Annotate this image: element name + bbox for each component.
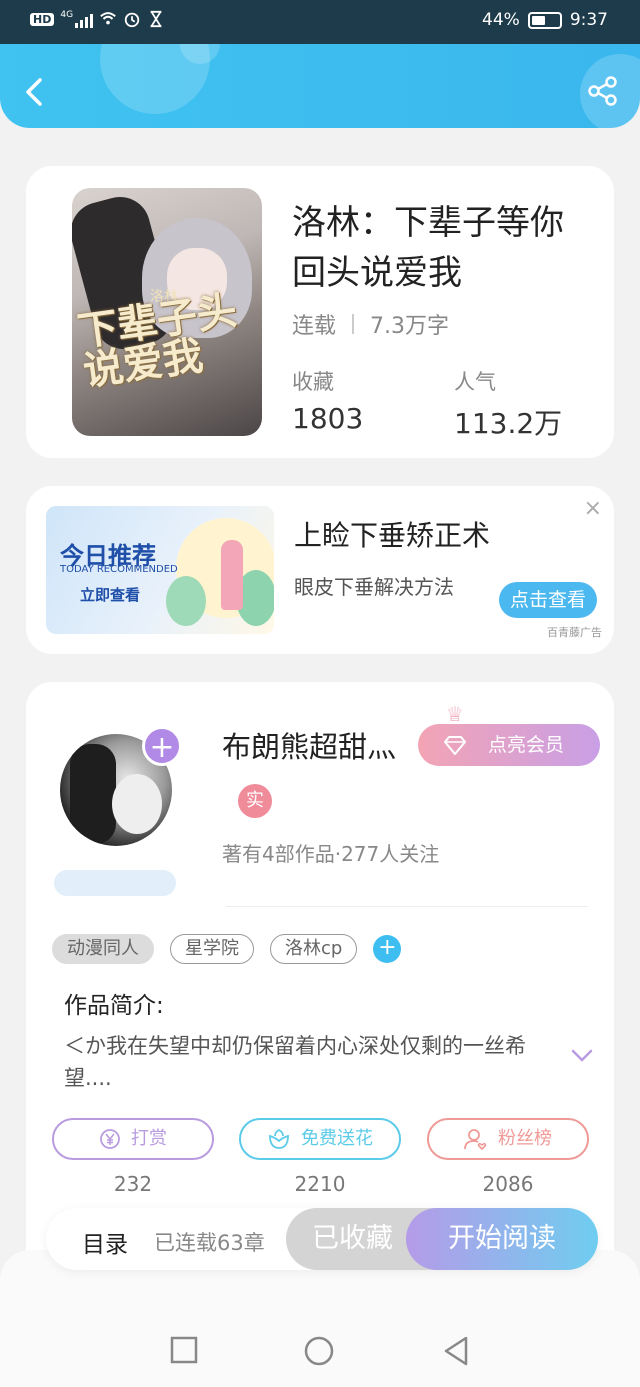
send-flower-button[interactable]: 免费送花 — [239, 1118, 401, 1160]
battery-percent: 44% — [482, 10, 520, 30]
ad-art-figure — [221, 540, 243, 610]
author-stats: 著有4部作品·277人关注 — [222, 842, 440, 866]
ad-art-tree — [166, 576, 206, 626]
signal-icon: 4G — [60, 10, 94, 28]
popularity-value: 113.2万 — [454, 407, 563, 440]
share-icon[interactable] — [586, 74, 620, 108]
favorites-value: 1803 — [292, 402, 364, 435]
avatar-art — [70, 744, 116, 844]
hourglass-icon — [150, 10, 162, 28]
intro-text: ＜か我在失望中却仍保留着内心深处仅剩的一丝希望.... — [64, 1034, 526, 1090]
status-right: 44% 9:37 — [482, 10, 608, 30]
follow-plus-icon[interactable]: + — [142, 726, 182, 766]
battery-icon — [527, 11, 562, 29]
fans-ranking-button[interactable]: 粉丝榜 — [427, 1118, 589, 1160]
status-bar: HD 4G 44% 9:37 — [0, 0, 640, 44]
diamond-icon — [444, 736, 466, 755]
flower-icon — [269, 1128, 289, 1149]
alarm-icon — [124, 12, 140, 28]
bottom-action-bar: 目录 已连载63章 已收藏 开始阅读 — [46, 1208, 598, 1270]
ad-source: 百青藤广告 — [547, 626, 602, 639]
ad-image[interactable]: 今日推荐 TODAY RECOMMENDED 立即查看 — [46, 506, 274, 634]
battery-fill — [531, 15, 545, 25]
author-name[interactable]: 布朗熊超甜灬 — [222, 724, 396, 766]
popularity-label: 人气 — [454, 370, 496, 394]
vip-button[interactable]: 点亮会员 — [418, 724, 600, 766]
clock: 9:37 — [569, 10, 608, 30]
reward-count: 232 — [113, 1172, 153, 1196]
decor-badge-bar — [54, 870, 176, 896]
ad-title: 上睑下垂矫正术 — [294, 519, 491, 552]
flower-count: 2210 — [294, 1172, 346, 1196]
triangle-back-icon[interactable] — [442, 1336, 470, 1366]
fans-ranking-icon — [464, 1129, 487, 1150]
header — [0, 44, 640, 128]
word-count: 7.3万字 — [370, 314, 450, 339]
book-meta: 连载 7.3万字 — [292, 308, 449, 340]
toc-button[interactable]: 目录 — [82, 1225, 128, 1259]
wifi-icon — [100, 12, 116, 25]
reward-label: 打赏 — [131, 1128, 167, 1149]
ad-card[interactable]: 今日推荐 TODAY RECOMMENDED 立即查看 上睑下垂矫正术 眼皮下垂… — [26, 486, 614, 654]
book-info-card: 洛林 下辈子头说爱我 洛林：下辈子等你回头说爱我 连载 7.3万字 收藏 180… — [26, 166, 614, 458]
tag-list: 动漫同人 星学院 洛林cp + — [52, 934, 402, 964]
network-type-label: 4G — [60, 10, 74, 20]
circle-icon[interactable] — [304, 1336, 334, 1366]
intro-label: 作品简介: — [64, 993, 164, 1019]
chevron-down-icon[interactable] — [570, 1048, 594, 1064]
add-tag-icon[interactable]: + — [373, 935, 402, 963]
hd-icon: HD — [30, 12, 55, 26]
send-flower-label: 免费送花 — [301, 1128, 373, 1149]
book-status: 连载 — [292, 314, 337, 339]
system-nav-bar — [0, 1250, 640, 1387]
vip-button-label: 点亮会员 — [488, 734, 565, 756]
crown-icon: ♕ — [446, 702, 464, 726]
meta-divider — [352, 314, 355, 334]
tag[interactable]: 洛林cp — [270, 934, 358, 964]
avatar-art — [112, 774, 162, 834]
ad-view-button[interactable]: 点击查看 — [499, 582, 597, 618]
ad-image-cta: 立即查看 — [80, 586, 141, 604]
start-reading-button[interactable]: 开始阅读 — [406, 1208, 598, 1270]
square-icon[interactable] — [170, 1336, 198, 1364]
tag[interactable]: 星学院 — [170, 934, 254, 964]
book-title: 洛林：下辈子等你回头说爱我 — [292, 203, 564, 293]
ad-image-subtitle: TODAY RECOMMENDED — [60, 564, 178, 575]
favorites-label: 收藏 — [292, 370, 334, 394]
yen-coin-icon — [100, 1129, 120, 1149]
ad-description: 眼皮下垂解决方法 — [294, 575, 454, 599]
back-icon[interactable] — [18, 74, 54, 110]
fans-count: 2086 — [482, 1172, 534, 1196]
divider — [226, 906, 588, 907]
status-left: HD 4G — [30, 10, 165, 28]
tag[interactable]: 动漫同人 — [52, 934, 154, 964]
serial-chapters: 已连载63章 — [154, 1231, 265, 1255]
reward-button[interactable]: 打赏 — [52, 1118, 214, 1160]
book-cover[interactable]: 洛林 下辈子头说爱我 — [72, 188, 262, 436]
fans-ranking-label: 粉丝榜 — [498, 1128, 552, 1149]
verified-badge: 实 — [238, 784, 272, 818]
close-icon[interactable]: × — [584, 496, 602, 521]
